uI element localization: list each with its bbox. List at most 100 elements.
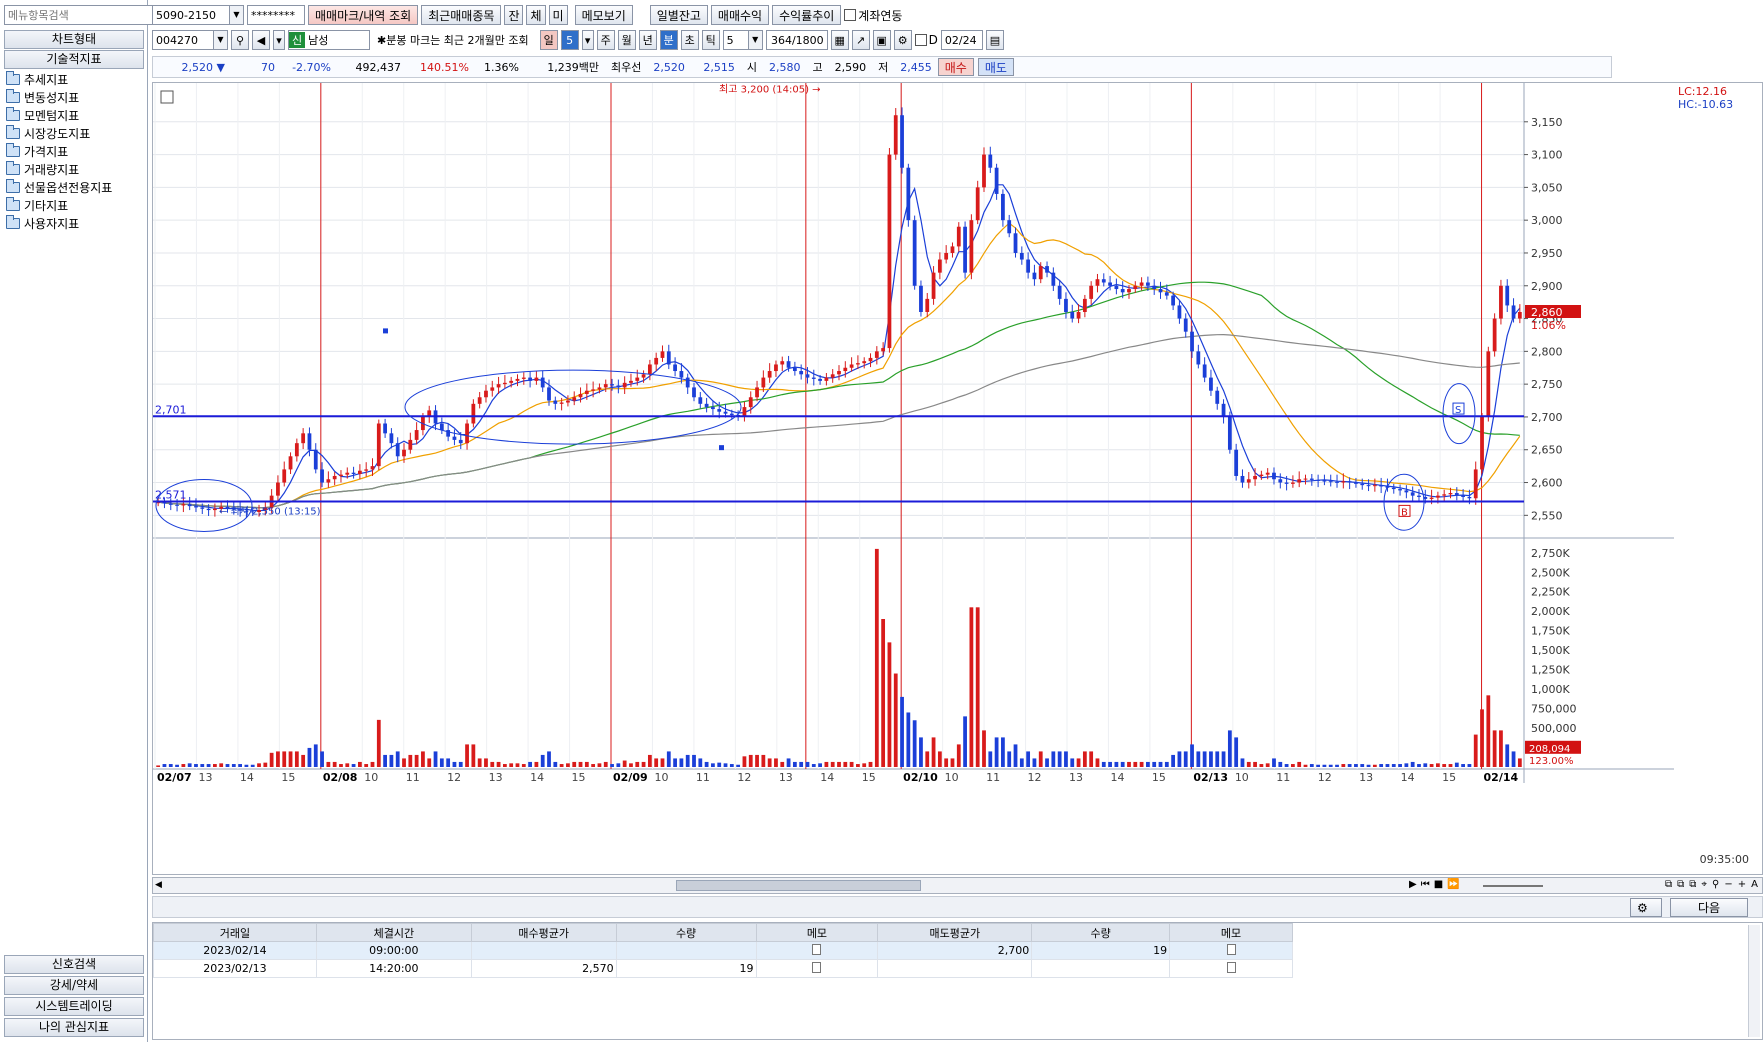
period-minute-button[interactable]: 분 xyxy=(659,30,678,50)
tree-item[interactable]: 변동성지표 xyxy=(6,88,144,106)
tree-item[interactable]: 기타지표 xyxy=(6,196,144,214)
speaker-icon[interactable]: ◀ xyxy=(252,30,270,50)
chart-tools[interactable]: ⧉ ⧉ ⧉ ⌖ ⚲ − + A xyxy=(1548,879,1758,893)
scroll-thumb[interactable] xyxy=(676,880,921,891)
minus-icon[interactable]: − xyxy=(1724,879,1732,893)
grid-icon[interactable]: ▦ xyxy=(830,30,849,50)
gear-icon[interactable]: ⚙ xyxy=(893,30,912,50)
return-trend-button[interactable]: 수익률추이 xyxy=(772,5,842,25)
tree-item[interactable]: 시장강도지표 xyxy=(6,124,144,142)
tree-item[interactable]: 선물옵션전용지표 xyxy=(6,178,144,196)
table-row[interactable]: 2023/02/13 14:20:00 2,570 19 xyxy=(153,959,1293,978)
period-day-button[interactable]: 일 xyxy=(539,30,558,50)
candle-body xyxy=(1045,266,1049,273)
stock-code-select[interactable]: 004270 ▼ xyxy=(152,30,228,50)
period-month-button[interactable]: 월 xyxy=(617,30,636,50)
table-scrollbar[interactable] xyxy=(1748,925,1760,1037)
trade-mark-button[interactable]: 매매마크/내역 조회 xyxy=(308,5,419,25)
password-field[interactable]: ******** xyxy=(247,5,305,25)
zoom-slider[interactable] xyxy=(1483,885,1543,887)
period-tick-button[interactable]: 틱 xyxy=(701,30,720,50)
tab-strength[interactable]: 강세/약세 xyxy=(4,976,144,995)
plus-icon[interactable]: + xyxy=(1738,879,1746,893)
col-header[interactable]: 메모 xyxy=(755,923,879,942)
chart-svg[interactable]: 2,7012,571 최고 3,200 (14:05) →← 최저 2,550 … xyxy=(153,83,1762,874)
executed-button[interactable]: 체 xyxy=(526,5,546,25)
interval-select[interactable]: 5 ▼ xyxy=(722,30,763,50)
table-row[interactable]: 2023/02/14 09:00:00 2,700 19 xyxy=(153,941,1293,960)
chart-tool-icon[interactable]: ↗ xyxy=(851,30,870,50)
period-year-button[interactable]: 년 xyxy=(638,30,657,50)
tab-my-indicators[interactable]: 나의 관심지표 xyxy=(4,1018,144,1037)
text-icon[interactable]: A xyxy=(1751,879,1758,893)
cell-buy-memo[interactable] xyxy=(755,941,879,960)
tree-item[interactable]: 사용자지표 xyxy=(6,214,144,232)
daily-balance-button[interactable]: 일별잔고 xyxy=(649,5,708,25)
play-icon[interactable]: ▶ xyxy=(1409,879,1417,893)
col-header[interactable]: 체결시간 xyxy=(315,923,472,942)
trade-profit-button[interactable]: 매매수익 xyxy=(710,5,770,25)
chevron-down-icon[interactable]: ▾ xyxy=(581,30,594,50)
chevron-down-icon[interactable]: ▾ xyxy=(273,30,285,50)
stock-name-field[interactable]: 신 남성 xyxy=(288,30,370,50)
tree-item[interactable]: 추세지표 xyxy=(6,70,144,88)
period-week-button[interactable]: 주 xyxy=(596,30,615,50)
date-field[interactable]: 02/24 xyxy=(940,30,983,50)
tab-chart-type[interactable]: 차트형태 xyxy=(4,30,144,49)
account-link-checkbox[interactable]: 계좌연동 xyxy=(844,7,902,24)
scroll-controls[interactable]: ▶ ⏮ ■ ⏩ xyxy=(1409,879,1479,893)
folder-icon xyxy=(6,142,20,157)
col-header[interactable]: 거래일 xyxy=(153,923,317,942)
next-button[interactable]: 다음 xyxy=(1670,898,1748,917)
col-header[interactable]: 메모 xyxy=(1169,923,1293,942)
col-header[interactable]: 수량 xyxy=(1031,923,1171,942)
tree-item[interactable]: 모멘텀지표 xyxy=(6,106,144,124)
cell-buy-memo[interactable] xyxy=(755,959,879,978)
copy-icon[interactable]: ⧉ xyxy=(1677,879,1684,893)
zoom-icon[interactable]: ⚲ xyxy=(1712,879,1719,893)
fast-forward-icon[interactable]: ⏩ xyxy=(1447,879,1459,893)
col-header[interactable]: 매도평균가 xyxy=(877,923,1033,942)
gear-icon[interactable]: ⚙ xyxy=(1630,898,1662,917)
stock-chart[interactable]: 2,701 2,571 최고 3,200 (14:05) → ← 최저 2,550 … xyxy=(152,82,1763,875)
scroll-left-icon[interactable]: ◀ xyxy=(155,880,167,891)
tab-system-trading[interactable]: 시스템트레이딩 xyxy=(4,997,144,1016)
x-tick-label: 15 xyxy=(1442,771,1456,784)
copy-icon[interactable]: ⧉ xyxy=(1665,879,1672,893)
date-checkbox[interactable]: D xyxy=(914,33,938,47)
calendar-icon[interactable]: ▤ xyxy=(985,30,1004,50)
period-day-count[interactable]: 5 xyxy=(560,30,579,50)
count-field[interactable]: 364/1800 xyxy=(765,30,828,50)
memo-view-button[interactable]: 메모보기 xyxy=(574,5,633,25)
search-icon[interactable]: ⚲ xyxy=(231,30,249,50)
col-header[interactable]: 수량 xyxy=(615,923,757,942)
save-icon[interactable]: ▣ xyxy=(872,30,891,50)
chart-menu-icon[interactable] xyxy=(160,90,174,104)
col-header[interactable]: 매수평균가 xyxy=(470,923,617,942)
cell-sell-memo[interactable] xyxy=(1169,941,1293,960)
volume-bar xyxy=(597,763,602,767)
copy-icon[interactable]: ⧉ xyxy=(1689,879,1696,893)
memo-icon[interactable] xyxy=(812,943,822,955)
menu-search-input[interactable] xyxy=(4,5,157,25)
memo-icon[interactable] xyxy=(1226,961,1236,973)
skip-back-icon[interactable]: ⏮ xyxy=(1421,879,1430,893)
volume-bar xyxy=(1448,764,1453,767)
memo-icon[interactable] xyxy=(1226,943,1236,955)
tab-technical[interactable]: 기술적지표 xyxy=(4,50,144,69)
tab-signal-search[interactable]: 신호검색 xyxy=(4,955,144,974)
cell-sell-memo[interactable] xyxy=(1169,959,1293,978)
stop-icon[interactable]: ■ xyxy=(1434,879,1443,893)
tree-item[interactable]: 가격지표 xyxy=(6,142,144,160)
account-select[interactable]: 5090-2150 ▼ xyxy=(152,5,244,25)
tree-item[interactable]: 거래량지표 xyxy=(6,160,144,178)
balance-button[interactable]: 잔 xyxy=(504,5,524,25)
memo-icon[interactable] xyxy=(812,961,822,973)
period-second-button[interactable]: 초 xyxy=(680,30,699,50)
unfilled-button[interactable]: 미 xyxy=(548,5,568,25)
chart-scrollbar[interactable]: ◀ ▶ ⏮ ■ ⏩ ⧉ ⧉ ⧉ ⌖ ⚲ − + A xyxy=(152,877,1763,894)
crosshair-icon[interactable]: ⌖ xyxy=(1701,879,1707,893)
buy-button[interactable]: 매수 xyxy=(937,58,974,76)
sell-button[interactable]: 매도 xyxy=(977,58,1014,76)
recent-trades-button[interactable]: 최근매매종목 xyxy=(421,5,502,25)
